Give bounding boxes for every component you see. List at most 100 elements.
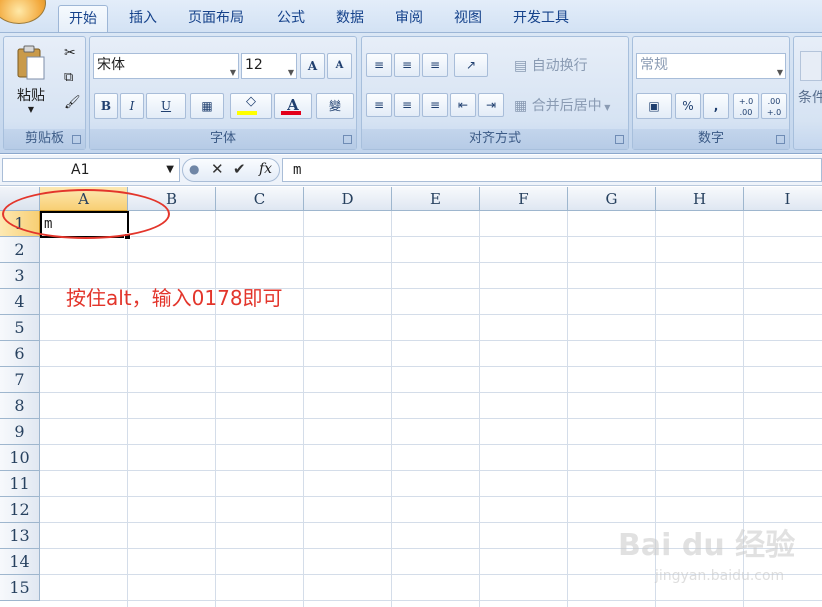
dialog-launcher-icon[interactable] (776, 135, 785, 144)
tab-developer[interactable]: 开发工具 (503, 5, 579, 31)
paste-icon (17, 45, 45, 80)
font-color-swatch (281, 111, 301, 115)
conditional-format-label[interactable]: 条件 (798, 87, 822, 107)
phonetic-button[interactable]: 變 (316, 93, 354, 119)
watermark-url: jingyan.baidu.com (655, 568, 785, 584)
decrease-indent-icon[interactable]: ⇤ (450, 93, 476, 117)
alignment-group-label: 对齐方式 (362, 129, 628, 149)
name-box[interactable]: A1 ▼ (2, 158, 180, 182)
row-header[interactable]: 6 (0, 341, 40, 367)
gridline (40, 470, 822, 471)
tab-page-layout[interactable]: 页面布局 (178, 5, 254, 31)
comma-button[interactable]: , (703, 93, 729, 119)
cancel-icon[interactable]: ✕ (211, 160, 224, 178)
tab-view[interactable]: 视图 (444, 5, 492, 31)
align-middle-icon[interactable]: ≡ (394, 53, 420, 77)
tab-formulas[interactable]: 公式 (267, 5, 315, 31)
tab-home[interactable]: 开始 (58, 5, 108, 32)
wrap-text-button[interactable]: ▤ 自动换行 (514, 55, 588, 75)
merge-center-button[interactable]: ▦ 合并后居中 ▼ (514, 95, 610, 115)
dialog-launcher-icon[interactable] (615, 135, 624, 144)
shrink-font-button[interactable]: A (327, 53, 352, 79)
align-right-icon[interactable]: ≡ (422, 93, 448, 117)
dialog-launcher-icon[interactable] (343, 135, 352, 144)
align-bottom-icon[interactable]: ≡ (422, 53, 448, 77)
column-header-h[interactable]: H (656, 187, 744, 211)
bold-button[interactable]: B (94, 93, 118, 119)
row-header[interactable]: 15 (0, 575, 40, 601)
row-header[interactable]: 5 (0, 315, 40, 341)
column-header-d[interactable]: D (304, 187, 392, 211)
number-format-value: 常规 (640, 57, 668, 73)
insert-function-icon[interactable]: fx (259, 161, 272, 177)
tab-insert[interactable]: 插入 (119, 5, 167, 31)
dialog-launcher-icon[interactable] (72, 135, 81, 144)
row-header[interactable]: 12 (0, 497, 40, 523)
row-header[interactable]: 9 (0, 419, 40, 445)
expand-handle-icon[interactable]: ● (189, 162, 199, 176)
row-header[interactable]: 8 (0, 393, 40, 419)
column-header-g[interactable]: G (568, 187, 656, 211)
row-header[interactable]: 3 (0, 263, 40, 289)
chevron-down-icon: ▼ (27, 105, 35, 114)
column-header-f[interactable]: F (480, 187, 568, 211)
highlight-ellipse (2, 189, 170, 239)
grow-font-button[interactable]: A (300, 53, 325, 79)
underline-button[interactable]: U (146, 93, 186, 119)
increase-indent-icon[interactable]: ⇥ (478, 93, 504, 117)
copy-icon[interactable]: ⧉ (64, 70, 73, 85)
row-header[interactable]: 2 (0, 237, 40, 263)
row-header[interactable]: 7 (0, 367, 40, 393)
clipboard-group: 粘贴 ▼ ✂ ⧉ 🖌 剪贴板 (3, 36, 86, 150)
increase-decimal-button[interactable]: +.0 .00 (733, 93, 759, 119)
grow-font-icon: A (307, 59, 318, 73)
row-header[interactable]: 14 (0, 549, 40, 575)
tab-review[interactable]: 审阅 (385, 5, 433, 31)
chevron-down-icon: ▼ (287, 68, 294, 77)
font-size-select[interactable]: 12 ▼ (241, 53, 297, 79)
alignment-group: ≡ ≡ ≡ ↗ ▤ 自动换行 ≡ ≡ ≡ ⇤ ⇥ ▦ 合并后居中 ▼ 对齐方式 (361, 36, 629, 150)
column-header-i[interactable]: I (744, 187, 822, 211)
paste-button[interactable]: 粘贴 ▼ (14, 45, 48, 115)
fill-color-swatch (237, 111, 257, 115)
chevron-down-icon[interactable]: ▼ (166, 159, 174, 181)
font-family-select[interactable]: 宋体 ▼ (93, 53, 239, 79)
gridline (40, 418, 822, 419)
annotation-text: 按住alt，输入0178即可 (66, 286, 283, 310)
merge-center-icon: ▦ (514, 98, 532, 114)
gridline (40, 262, 822, 263)
enter-checkmark-icon[interactable]: ✔ (233, 160, 246, 178)
conditional-format-icon[interactable] (800, 51, 822, 81)
align-center-icon[interactable]: ≡ (394, 93, 420, 117)
align-top-icon[interactable]: ≡ (366, 53, 392, 77)
currency-icon[interactable]: ▣ (636, 93, 672, 119)
row-header[interactable]: 10 (0, 445, 40, 471)
align-left-icon[interactable]: ≡ (366, 93, 392, 117)
gridline (40, 444, 822, 445)
border-button[interactable]: ▦ (190, 93, 224, 119)
italic-button[interactable]: I (120, 93, 144, 119)
row-header[interactable]: 4 (0, 289, 40, 315)
decrease-decimal-button[interactable]: .00 +.0 (761, 93, 787, 119)
number-format-select[interactable]: 常规 ▼ (636, 53, 786, 79)
percent-button[interactable]: % (675, 93, 701, 119)
orientation-icon[interactable]: ↗ (454, 53, 488, 77)
styles-group: 条件 (793, 36, 822, 150)
formula-input[interactable]: m (282, 158, 822, 182)
name-box-value: A1 (71, 162, 90, 178)
cut-icon[interactable]: ✂ (64, 45, 76, 61)
gridline (40, 314, 822, 315)
fill-color-button[interactable]: ◇ (230, 93, 272, 119)
tab-data[interactable]: 数据 (326, 5, 374, 31)
chevron-down-icon: ▼ (601, 103, 611, 112)
chevron-down-icon: ▼ (776, 68, 783, 77)
wrap-text-label: 自动换行 (531, 58, 588, 74)
row-header[interactable]: 11 (0, 471, 40, 497)
format-painter-icon[interactable]: 🖌 (64, 95, 81, 110)
number-group-label: 数字 (633, 129, 789, 149)
column-header-c[interactable]: C (216, 187, 304, 211)
column-header-e[interactable]: E (392, 187, 480, 211)
font-color-button[interactable]: A (274, 93, 312, 119)
paste-label: 粘贴 (17, 88, 45, 104)
row-header[interactable]: 13 (0, 523, 40, 549)
